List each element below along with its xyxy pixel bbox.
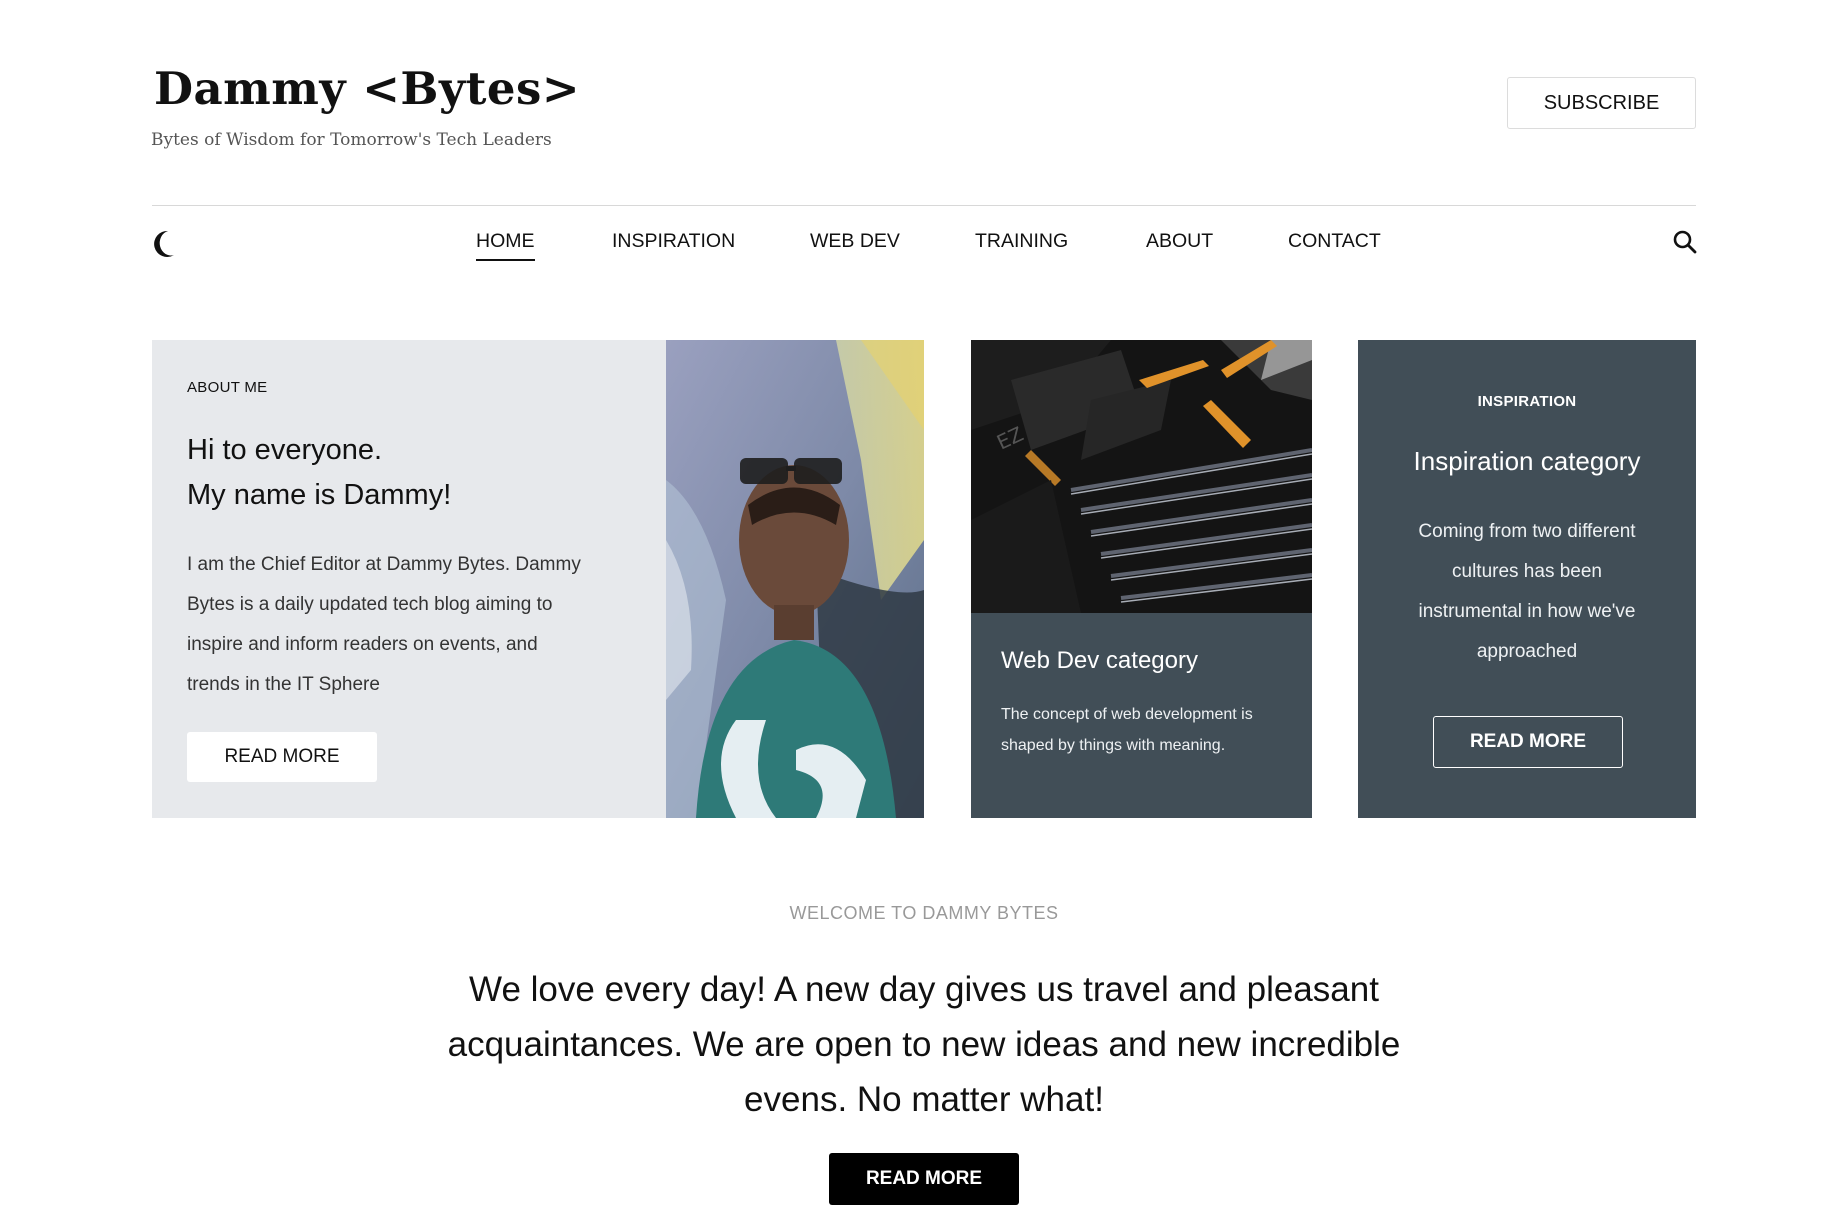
site-logo[interactable]: Dammy <Bytes>: [154, 62, 580, 115]
about-eyebrow: ABOUT ME: [187, 379, 268, 396]
nav-item-training[interactable]: TRAINING: [975, 230, 1068, 259]
about-title: Hi to everyone. My name is Dammy!: [187, 428, 647, 518]
nav-item-about[interactable]: ABOUT: [1146, 230, 1213, 259]
webdev-text: The concept of web development is shaped…: [1001, 706, 1253, 754]
search-icon[interactable]: [1672, 229, 1698, 255]
webdev-card: Web Dev category The concept of web deve…: [971, 613, 1312, 818]
site-tagline: Bytes of Wisdom for Tomorrow's Tech Lead…: [151, 130, 552, 150]
welcome-read-more-button[interactable]: READ MORE: [829, 1153, 1019, 1205]
inspiration-eyebrow: INSPIRATION: [1477, 393, 1577, 410]
subscribe-button[interactable]: SUBSCRIBE: [1507, 77, 1696, 129]
header-divider: [152, 205, 1696, 206]
about-title-line-1: Hi to everyone.: [187, 434, 383, 466]
about-text: I am the Chief Editor at Dammy Bytes. Da…: [187, 554, 581, 695]
about-title-line-2: My name is Dammy!: [187, 479, 452, 511]
nav-item-inspiration[interactable]: INSPIRATION: [612, 230, 735, 259]
inspiration-text: Coming from two different cultures has b…: [1418, 521, 1636, 662]
webdev-title[interactable]: Web Dev category: [1001, 647, 1198, 675]
inspiration-read-more-button[interactable]: READ MORE: [1433, 716, 1623, 768]
welcome-eyebrow: WELCOME TO DAMMY BYTES: [789, 903, 1059, 923]
about-card: ABOUT ME Hi to everyone. My name is Damm…: [152, 340, 666, 818]
page: Dammy <Bytes> Bytes of Wisdom for Tomorr…: [0, 0, 1838, 1227]
welcome-heading: We love every day! A new day gives us tr…: [447, 970, 1401, 1119]
nav-item-contact[interactable]: CONTACT: [1288, 230, 1381, 259]
moon-icon[interactable]: [150, 229, 176, 259]
inspiration-card: INSPIRATION Inspiration category Coming …: [1358, 340, 1696, 818]
author-portrait: [666, 340, 924, 818]
inspiration-title[interactable]: Inspiration category: [1358, 446, 1696, 477]
nav-item-web-dev[interactable]: WEB DEV: [810, 230, 900, 259]
about-read-more-button[interactable]: READ MORE: [187, 732, 377, 782]
nav-item-home[interactable]: HOME: [476, 230, 535, 261]
webdev-image: EZ: [971, 340, 1312, 613]
